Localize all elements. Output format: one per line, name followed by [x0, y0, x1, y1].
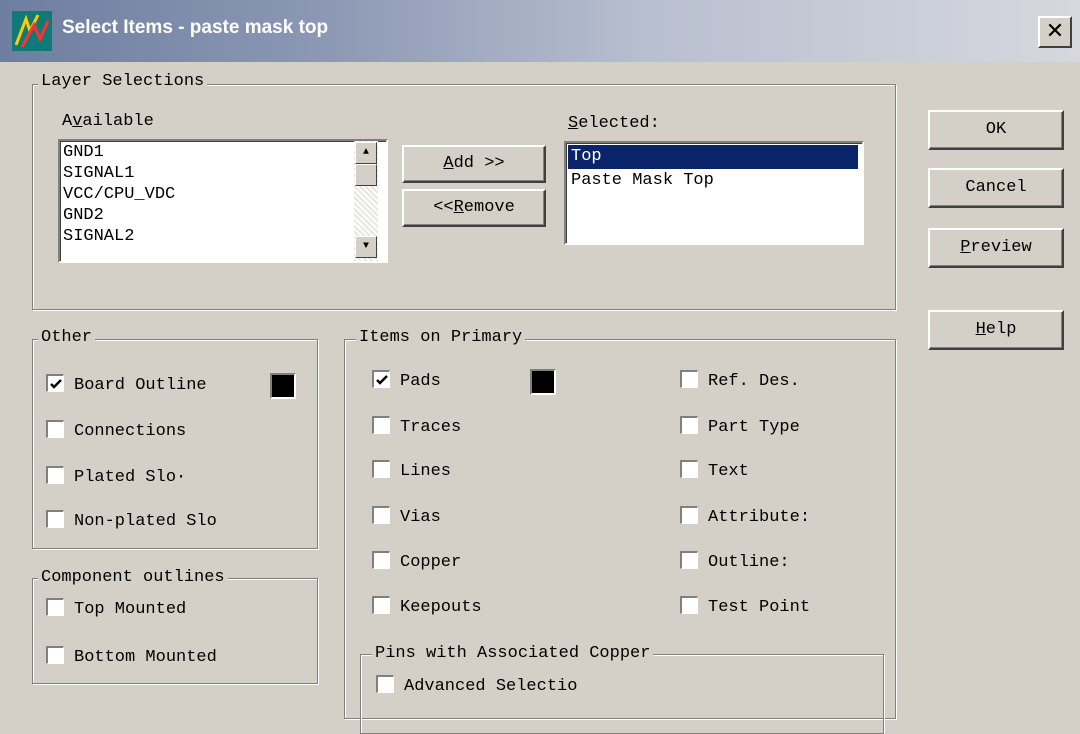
list-item[interactable]: GND1	[60, 142, 340, 163]
checkbox-box[interactable]	[372, 550, 390, 569]
part-type-checkbox[interactable]: Part Type	[680, 415, 800, 440]
checkbox-box[interactable]	[46, 373, 64, 392]
checkbox-box[interactable]	[680, 459, 698, 478]
vias-checkbox[interactable]: Vias	[372, 505, 441, 530]
checkbox-box[interactable]	[372, 459, 390, 478]
cancel-button[interactable]: Cancel	[928, 168, 1064, 208]
non-plated-slots-checkbox[interactable]: Non-plated Slo	[46, 509, 217, 534]
app-icon	[12, 11, 52, 51]
available-label: Available	[62, 112, 154, 131]
available-scrollbar[interactable]: ▲ ▼	[354, 141, 378, 261]
outline-checkbox[interactable]: Outline:	[680, 550, 790, 575]
checkbox-box[interactable]	[46, 645, 64, 664]
checkbox-box[interactable]	[46, 509, 64, 528]
text-checkbox[interactable]: Text	[680, 459, 749, 484]
lines-checkbox[interactable]: Lines	[372, 459, 451, 484]
list-item[interactable]: SIGNAL1	[60, 163, 340, 184]
attribute-checkbox[interactable]: Attribute:	[680, 505, 810, 530]
checkbox-box[interactable]	[680, 415, 698, 434]
list-item[interactable]: VCC/CPU_VDC	[60, 184, 340, 205]
checkbox-box[interactable]	[372, 595, 390, 614]
ok-button[interactable]: OK	[928, 110, 1064, 150]
checkbox-box[interactable]	[46, 419, 64, 438]
checkbox-box[interactable]	[372, 505, 390, 524]
bottom-mounted-checkbox[interactable]: Bottom Mounted	[46, 645, 217, 670]
pads-checkbox[interactable]: Pads	[372, 369, 441, 394]
scroll-down-button[interactable]: ▼	[355, 236, 377, 258]
remove-button[interactable]: <<Remove	[402, 189, 546, 227]
list-item[interactable]: SIGNAL2	[60, 226, 340, 247]
scroll-up-button[interactable]: ▲	[355, 142, 377, 164]
add-button[interactable]: Add >>	[402, 145, 546, 183]
list-item[interactable]: Top	[568, 145, 858, 169]
checkbox-box[interactable]	[46, 597, 64, 616]
checkbox-box[interactable]	[372, 369, 390, 388]
copper-checkbox[interactable]: Copper	[372, 550, 461, 575]
help-button[interactable]: Help	[928, 310, 1064, 350]
checkbox-box[interactable]	[46, 465, 64, 484]
advanced-selection-checkbox[interactable]: Advanced Selectio	[376, 674, 577, 699]
arrow-up-icon: ▲	[362, 147, 369, 158]
connections-checkbox[interactable]: Connections	[46, 419, 186, 444]
other-legend: Other	[38, 328, 96, 348]
test-point-checkbox[interactable]: Test Point	[680, 595, 810, 620]
checkbox-box[interactable]	[680, 550, 698, 569]
checkbox-box[interactable]	[680, 369, 698, 388]
keepouts-checkbox[interactable]: Keepouts	[372, 595, 482, 620]
top-mounted-checkbox[interactable]: Top Mounted	[46, 597, 186, 622]
checkbox-box[interactable]	[680, 595, 698, 614]
checkbox-box[interactable]	[680, 505, 698, 524]
selected-listbox[interactable]: Top Paste Mask Top	[564, 141, 864, 245]
close-icon: ✕	[1045, 18, 1065, 43]
board-outline-color-swatch[interactable]	[270, 373, 296, 399]
pins-with-copper-legend: Pins with Associated Copper	[372, 644, 654, 664]
items-on-primary-legend: Items on Primary	[356, 328, 526, 348]
layer-selections-legend: Layer Selections	[38, 72, 208, 92]
close-button[interactable]: ✕	[1038, 16, 1072, 48]
selected-label: Selected:	[568, 114, 660, 133]
scroll-thumb[interactable]	[355, 164, 377, 186]
list-item[interactable]: GND2	[60, 205, 340, 226]
plated-slots-checkbox[interactable]: Plated Slo·	[46, 465, 186, 490]
traces-checkbox[interactable]: Traces	[372, 415, 461, 440]
check-icon	[376, 374, 388, 385]
available-listbox[interactable]: GND1 SIGNAL1 VCC/CPU_VDC GND2 SIGNAL2 ▲ …	[58, 139, 388, 263]
pads-color-swatch[interactable]	[530, 369, 556, 395]
preview-button[interactable]: Preview	[928, 228, 1064, 268]
checkbox-box[interactable]	[372, 415, 390, 434]
component-outlines-legend: Component outlines	[38, 568, 228, 588]
list-item[interactable]: Paste Mask Top	[568, 169, 858, 193]
checkbox-box[interactable]	[376, 674, 394, 693]
window-title: Select Items - paste mask top	[62, 17, 329, 38]
ref-des-checkbox[interactable]: Ref. Des.	[680, 369, 800, 394]
check-icon	[50, 378, 62, 389]
board-outline-checkbox[interactable]: Board Outline	[46, 373, 207, 398]
arrow-down-icon: ▼	[362, 241, 369, 252]
